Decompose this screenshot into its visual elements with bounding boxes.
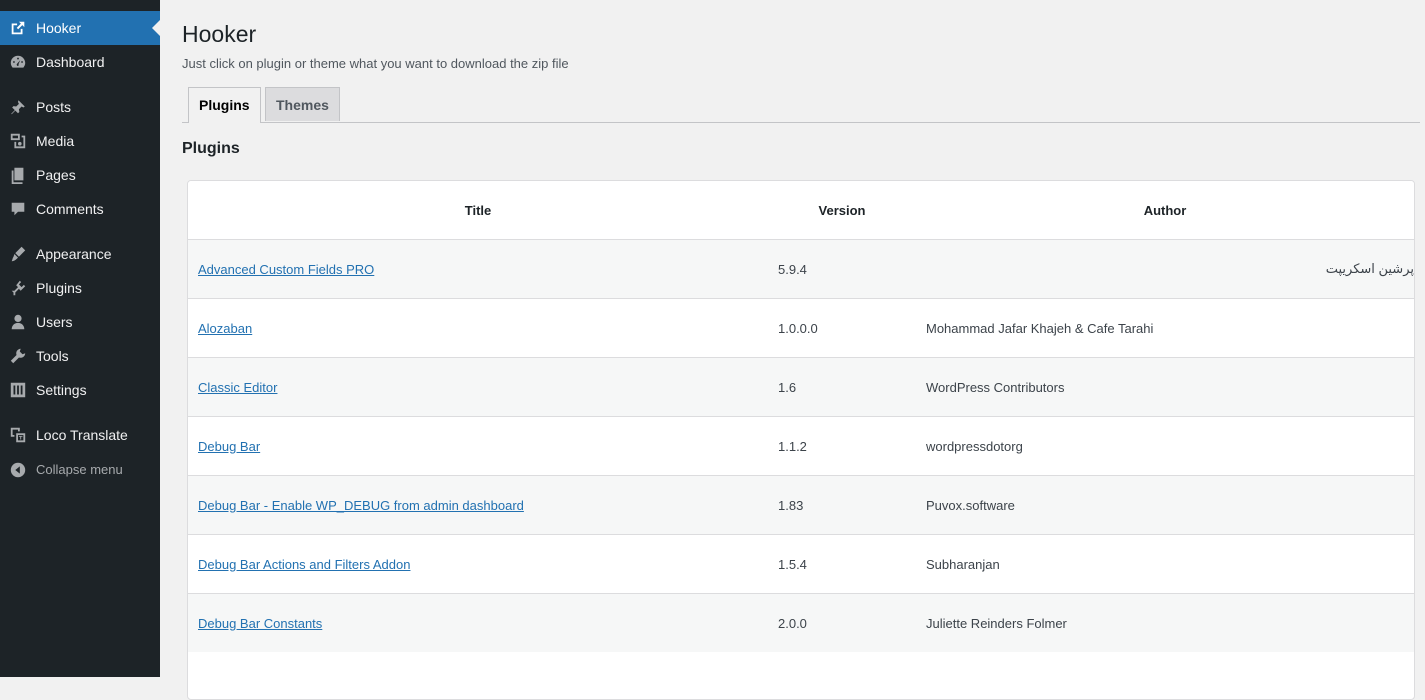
collapse-menu-label: Collapse menu <box>36 462 123 477</box>
plugin-version-cell: 5.9.4 <box>768 239 916 299</box>
plugin-version-cell: 1.83 <box>768 475 916 535</box>
page-title: Hooker <box>182 21 257 47</box>
plugin-author-cell: Subharanjan <box>916 534 1414 594</box>
sidebar-item-label: Media <box>36 133 75 149</box>
plugin-download-link[interactable]: Classic Editor <box>198 380 277 395</box>
comment-bubble-icon <box>9 200 27 218</box>
table-row: Advanced Custom Fields PRO 5.9.4 پرشین ا… <box>188 239 1414 299</box>
plugins-table: Title Version Author Advanced Custom Fie… <box>188 181 1414 652</box>
sidebar-item-label: Users <box>36 314 73 330</box>
plugin-title-cell: Advanced Custom Fields PRO <box>188 239 768 299</box>
section-title: Plugins <box>182 140 240 157</box>
plugin-version-cell: 1.6 <box>768 357 916 417</box>
sidebar-item-tools[interactable]: Tools <box>0 339 160 373</box>
sidebar-item-settings[interactable]: Settings <box>0 373 160 407</box>
plugin-download-link[interactable]: Debug Bar <box>198 439 260 454</box>
plugin-version-cell: 1.1.2 <box>768 416 916 476</box>
sidebar-item-label: Hooker <box>36 20 82 36</box>
sidebar-item-hooker[interactable]: Hooker <box>0 11 160 45</box>
sidebar-item-dashboard[interactable]: Dashboard <box>0 45 160 79</box>
admin-sidebar: Hooker Dashboard Posts Media Pages Comme… <box>0 0 160 677</box>
collapse-menu-button[interactable]: Collapse menu <box>0 453 160 487</box>
plugin-author-cell: Mohammad Jafar Khajeh & Cafe Tarahi <box>916 298 1414 358</box>
sidebar-item-label: Comments <box>36 201 104 217</box>
plugin-title-cell: Alozaban <box>188 298 768 358</box>
wrench-icon <box>9 347 27 365</box>
sidebar-item-media[interactable]: Media <box>0 124 160 158</box>
table-row: Debug Bar Constants 2.0.0 Juliette Reind… <box>188 593 1414 652</box>
sidebar-top-strip <box>0 0 160 11</box>
plugin-version-cell: 2.0.0 <box>768 593 916 652</box>
sidebar-item-label: Tools <box>36 348 69 364</box>
paintbrush-icon <box>9 245 27 263</box>
plugin-title-cell: Classic Editor <box>188 357 768 417</box>
translate-icon <box>9 426 27 444</box>
page-description: Just click on plugin or theme what you w… <box>182 56 569 71</box>
plugin-author-cell: پرشین اسکریپت <box>916 239 1414 299</box>
column-header-title: Title <box>188 181 768 240</box>
sidebar-item-posts[interactable]: Posts <box>0 90 160 124</box>
nav-tabs: Plugins Themes <box>182 87 1420 123</box>
plugin-author-cell: WordPress Contributors <box>916 357 1414 417</box>
external-link-icon <box>9 19 27 37</box>
plugin-title-cell: Debug Bar <box>188 416 768 476</box>
plugin-download-link[interactable]: Debug Bar - Enable WP_DEBUG from admin d… <box>198 498 524 513</box>
plugin-version-cell: 1.5.4 <box>768 534 916 594</box>
sidebar-item-appearance[interactable]: Appearance <box>0 237 160 271</box>
plugin-author-cell: Puvox.software <box>916 475 1414 535</box>
table-row: Debug Bar - Enable WP_DEBUG from admin d… <box>188 475 1414 535</box>
plugin-download-link[interactable]: Debug Bar Actions and Filters Addon <box>198 557 410 572</box>
column-header-version: Version <box>768 181 916 240</box>
table-row: Debug Bar 1.1.2 wordpressdotorg <box>188 416 1414 476</box>
sidebar-item-label: Pages <box>36 167 76 183</box>
user-icon <box>9 313 27 331</box>
plugin-author-cell: wordpressdotorg <box>916 416 1414 476</box>
media-icon <box>9 132 27 150</box>
table-row: Alozaban 1.0.0.0 Mohammad Jafar Khajeh &… <box>188 298 1414 358</box>
table-row: Classic Editor 1.6 WordPress Contributor… <box>188 357 1414 417</box>
collapse-arrow-icon <box>9 461 27 479</box>
table-row: Debug Bar Actions and Filters Addon 1.5.… <box>188 534 1414 594</box>
sidebar-item-label: Posts <box>36 99 72 115</box>
sidebar-item-label: Settings <box>36 382 87 398</box>
sidebar-item-label: Appearance <box>36 246 112 262</box>
pages-icon <box>9 166 27 184</box>
sidebar-item-pages[interactable]: Pages <box>0 158 160 192</box>
dashboard-gauge-icon <box>9 53 27 71</box>
sidebar-item-label: Loco Translate <box>36 427 128 443</box>
tab-themes[interactable]: Themes <box>265 87 340 121</box>
sidebar-item-loco-translate[interactable]: Loco Translate <box>0 418 160 452</box>
sidebar-item-comments[interactable]: Comments <box>0 192 160 226</box>
plugin-version-cell: 1.0.0.0 <box>768 298 916 358</box>
plugin-author-cell: Juliette Reinders Folmer <box>916 593 1414 652</box>
plugin-title-cell: Debug Bar Constants <box>188 593 768 652</box>
plugin-title-cell: Debug Bar - Enable WP_DEBUG from admin d… <box>188 475 768 535</box>
tab-plugins[interactable]: Plugins <box>188 87 261 123</box>
plugin-download-link[interactable]: Advanced Custom Fields PRO <box>198 262 374 277</box>
plugins-table-container: Title Version Author Advanced Custom Fie… <box>187 180 1415 700</box>
sidebar-item-label: Plugins <box>36 280 82 296</box>
plugin-download-link[interactable]: Alozaban <box>198 321 252 336</box>
column-header-author: Author <box>916 181 1414 240</box>
pushpin-icon <box>9 98 27 116</box>
table-header-row: Title Version Author <box>188 181 1414 240</box>
sidebar-item-plugins[interactable]: Plugins <box>0 271 160 305</box>
main-content: Hooker Just click on plugin or theme wha… <box>160 0 1425 700</box>
plugin-title-cell: Debug Bar Actions and Filters Addon <box>188 534 768 594</box>
plug-icon <box>9 279 27 297</box>
plugin-download-link[interactable]: Debug Bar Constants <box>198 616 322 631</box>
sliders-icon <box>9 381 27 399</box>
sidebar-item-users[interactable]: Users <box>0 305 160 339</box>
sidebar-item-label: Dashboard <box>36 54 105 70</box>
